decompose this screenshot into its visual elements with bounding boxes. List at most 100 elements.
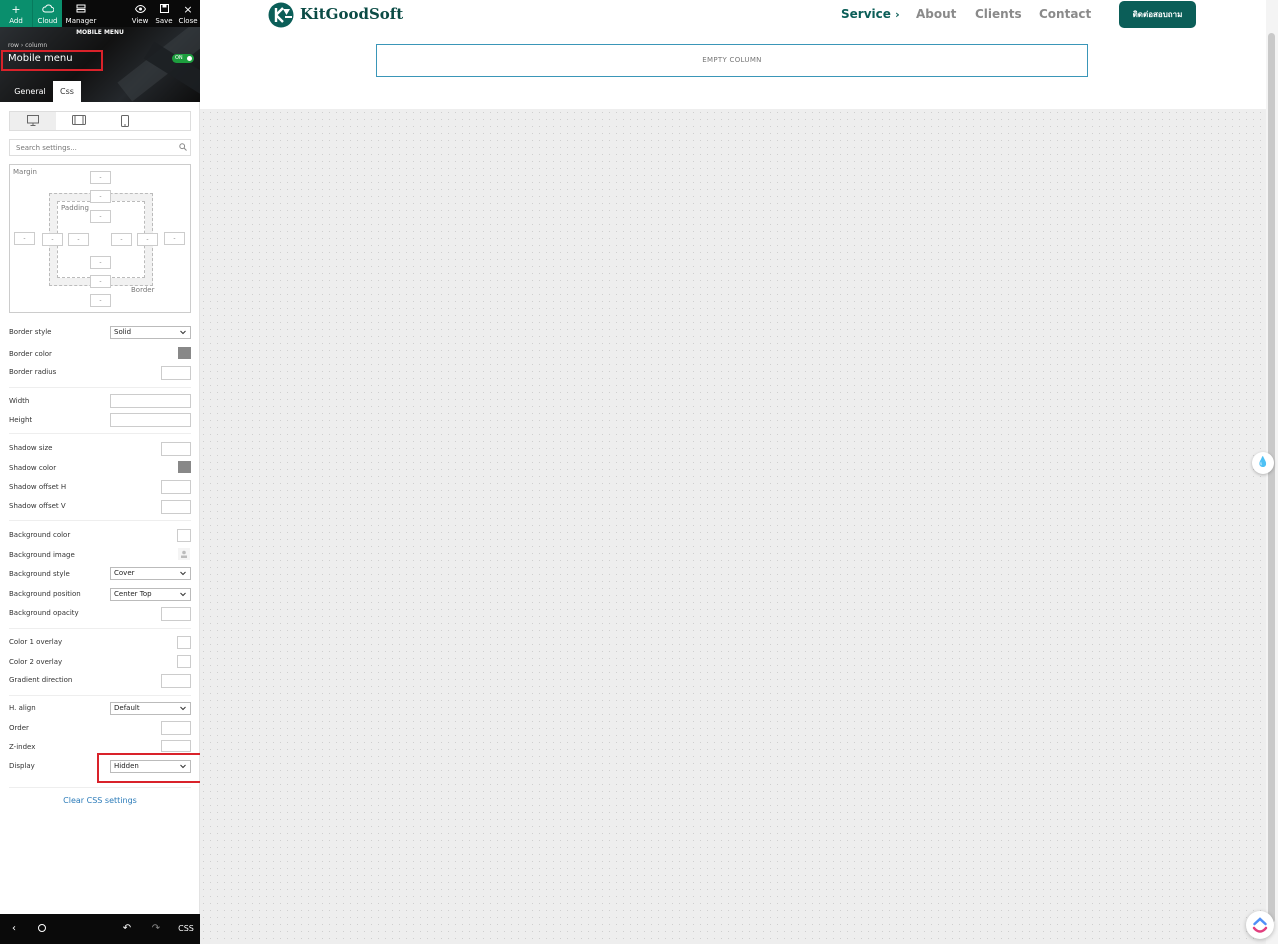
breadcrumb[interactable]: row › column [8, 42, 47, 49]
background-color-swatch[interactable] [177, 529, 191, 542]
undo-button[interactable]: ↶ [119, 914, 135, 944]
page-canvas: KitGoodSoft Service › About Clients Cont… [200, 0, 1266, 944]
chevron-down-icon [180, 571, 186, 576]
floating-drop-button[interactable]: 💧 [1252, 452, 1274, 474]
chevron-down-icon [180, 592, 186, 597]
h-align-select[interactable]: Default [110, 702, 191, 715]
clickup-launcher[interactable] [1246, 911, 1274, 939]
save-button[interactable]: Save [154, 0, 174, 27]
mobile-device-button[interactable] [102, 112, 148, 130]
height-label: Height [9, 416, 33, 424]
close-icon: × [183, 3, 193, 16]
width-input[interactable] [110, 394, 191, 408]
search-input[interactable] [10, 140, 170, 155]
background-opacity-input[interactable] [161, 607, 191, 621]
border-right-input[interactable]: - [137, 233, 158, 246]
divider [9, 628, 191, 629]
chevron-down-icon [180, 330, 186, 335]
eye-icon [130, 3, 150, 17]
nav-service[interactable]: Service › [841, 7, 900, 21]
search-icon [179, 143, 187, 151]
tablet-icon [72, 115, 86, 125]
tab-css[interactable]: Css [53, 81, 81, 102]
nav-contact[interactable]: Contact [1039, 7, 1091, 21]
background-opacity-label: Background opacity [9, 609, 79, 617]
padding-left-input[interactable]: - [68, 233, 89, 246]
border-left-input[interactable]: - [42, 233, 63, 246]
background-image-picker[interactable] [177, 547, 191, 561]
manager-button[interactable]: Manager [64, 0, 98, 27]
empty-column-placeholder[interactable]: EMPTY COLUMN [376, 44, 1088, 77]
display-label: Display [9, 762, 35, 770]
border-label: Border [131, 286, 155, 294]
toggle-knob [187, 56, 192, 61]
desktop-device-button[interactable] [10, 112, 56, 130]
tablet-device-button[interactable] [56, 112, 102, 130]
home-button[interactable] [34, 914, 50, 944]
shadow-offset-h-label: Shadow offset H [9, 483, 67, 491]
divider [9, 787, 191, 788]
water-drop-icon: 💧 [1256, 457, 1270, 468]
canvas-drop-area[interactable] [200, 109, 1266, 944]
width-label: Width [9, 397, 30, 405]
undo-icon: ↶ [122, 923, 132, 934]
border-color-swatch[interactable] [178, 347, 191, 359]
visibility-toggle[interactable]: ON [172, 54, 194, 63]
divider [9, 433, 191, 434]
shadow-color-swatch[interactable] [178, 461, 191, 473]
box-model-editor: Margin Padding Border - - - - - - - - - … [9, 164, 191, 313]
padding-bottom-input[interactable]: - [90, 256, 111, 269]
floppy-icon [154, 3, 174, 17]
clear-css-link[interactable]: Clear CSS settings [0, 796, 200, 805]
margin-bottom-input[interactable]: - [90, 294, 111, 307]
padding-right-input[interactable]: - [111, 233, 132, 246]
manager-icon [64, 3, 98, 17]
settings-search [9, 139, 191, 156]
shadow-offset-v-input[interactable] [161, 500, 191, 514]
add-button[interactable]: + Add [0, 0, 32, 27]
border-top-input[interactable]: - [90, 190, 111, 203]
background-color-label: Background color [9, 531, 71, 539]
gradient-direction-input[interactable] [161, 674, 191, 688]
tab-general[interactable]: General [8, 81, 52, 102]
shadow-size-input[interactable] [161, 442, 191, 456]
annotation-highlight-name [1, 50, 103, 71]
margin-left-input[interactable]: - [14, 232, 35, 245]
chevron-down-icon [180, 706, 186, 711]
contact-cta-button[interactable]: ติดต่อสอบถาม [1119, 1, 1196, 28]
border-radius-input[interactable] [161, 366, 191, 380]
background-style-select[interactable]: Cover [110, 567, 191, 580]
divider [9, 387, 191, 388]
margin-label: Margin [13, 168, 37, 176]
color1-overlay-swatch[interactable] [177, 636, 191, 649]
view-button[interactable]: View [130, 0, 150, 27]
nav-clients[interactable]: Clients [975, 7, 1022, 21]
nav-about[interactable]: About [916, 7, 956, 21]
close-button[interactable]: × Close [178, 0, 198, 27]
shadow-size-label: Shadow size [9, 444, 53, 452]
cloud-button[interactable]: Cloud [32, 0, 62, 27]
back-button[interactable]: ‹ [6, 914, 22, 944]
color2-overlay-swatch[interactable] [177, 655, 191, 668]
divider [9, 520, 191, 521]
height-input[interactable] [110, 413, 191, 427]
padding-top-input[interactable]: - [90, 210, 111, 223]
border-style-select[interactable]: Solid [110, 326, 191, 339]
order-input[interactable] [161, 721, 191, 735]
margin-right-input[interactable]: - [164, 232, 185, 245]
css-button[interactable]: CSS [175, 914, 197, 944]
redo-button[interactable]: ↷ [148, 914, 164, 944]
circle-icon [38, 924, 46, 932]
border-bottom-input[interactable]: - [90, 275, 111, 288]
z-index-input[interactable] [161, 740, 191, 752]
background-style-label: Background style [9, 570, 70, 578]
image-upload-icon [178, 548, 190, 560]
margin-top-input[interactable]: - [90, 171, 111, 184]
scrollbar-thumb[interactable] [1268, 33, 1275, 923]
plus-icon: + [11, 3, 21, 16]
background-position-select[interactable]: Center Top [110, 588, 191, 601]
mobile-icon [121, 115, 129, 127]
color1-overlay-label: Color 1 overlay [9, 638, 63, 646]
panel-header: MOBILE MENU row › column Mobile menu ON … [0, 27, 200, 102]
shadow-offset-h-input[interactable] [161, 480, 191, 494]
